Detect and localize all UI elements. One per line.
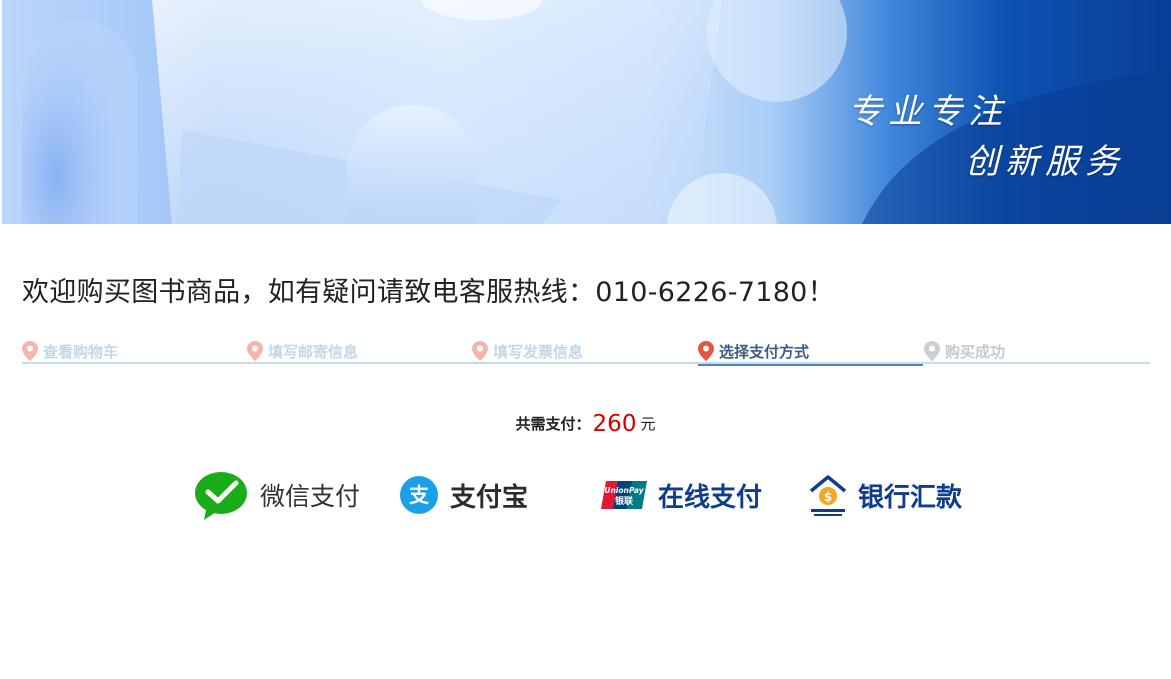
unionpay-option[interactable]: UnionPay 银联 在线支付: [600, 468, 780, 522]
location-pin-icon: [22, 341, 38, 361]
wechat-pay-icon: [195, 472, 247, 520]
total-amount: 260: [592, 411, 637, 437]
wechat-pay-option[interactable]: 微信支付: [194, 468, 374, 522]
unionpay-label: 在线支付: [658, 482, 763, 513]
bank-transfer-label: 银行汇款: [858, 482, 963, 513]
alipay-icon: 支: [400, 476, 438, 514]
payment-total: 共需支付：260 元: [0, 411, 1171, 437]
step-label: 填写发票信息: [493, 342, 584, 361]
location-pin-icon: [472, 341, 488, 361]
total-unit: 元: [640, 415, 656, 433]
step-payment-method[interactable]: 选择支付方式: [698, 338, 923, 366]
total-label: 共需支付：: [515, 415, 591, 433]
step-label: 选择支付方式: [719, 342, 810, 361]
location-pin-icon: [247, 341, 263, 361]
bank-transfer-option[interactable]: $ 银行汇款: [808, 468, 988, 522]
alipay-label: 支付宝: [450, 482, 529, 513]
step-label: 购买成功: [945, 342, 1006, 361]
unionpay-icon: UnionPay 银联: [601, 481, 647, 509]
banner-slogan-line2: 创新服务: [965, 142, 1125, 182]
svg-text:$: $: [824, 490, 832, 504]
checkout-steps: 查看购物车 填写邮寄信息 填写发票信息 选择支付方式 购买成功: [22, 338, 1150, 366]
hotline-notice: 欢迎购买图书商品，如有疑问请致电客服热线：010-6226-7180！: [22, 277, 835, 308]
location-pin-icon: [698, 341, 714, 361]
wechat-pay-label: 微信支付: [260, 482, 361, 511]
step-purchase-success: 购买成功: [924, 338, 1149, 364]
unionpay-icon-text-top: UnionPay: [604, 486, 644, 495]
bank-transfer-icon: $: [809, 475, 847, 516]
alipay-option[interactable]: 支 支付宝: [400, 468, 550, 522]
step-label: 查看购物车: [43, 342, 119, 361]
step-view-cart[interactable]: 查看购物车: [22, 338, 247, 364]
banner-slogan-line1: 专业专注: [848, 92, 1008, 132]
unionpay-icon-text-bottom: 银联: [615, 495, 634, 507]
header-banner: 专业专注 创新服务: [2, 0, 1171, 224]
step-mailing-info[interactable]: 填写邮寄信息: [247, 338, 472, 364]
step-label: 填写邮寄信息: [268, 342, 359, 361]
step-invoice-info[interactable]: 填写发票信息: [472, 338, 697, 364]
location-pin-icon: [924, 341, 940, 361]
svg-text:支: 支: [409, 483, 430, 507]
